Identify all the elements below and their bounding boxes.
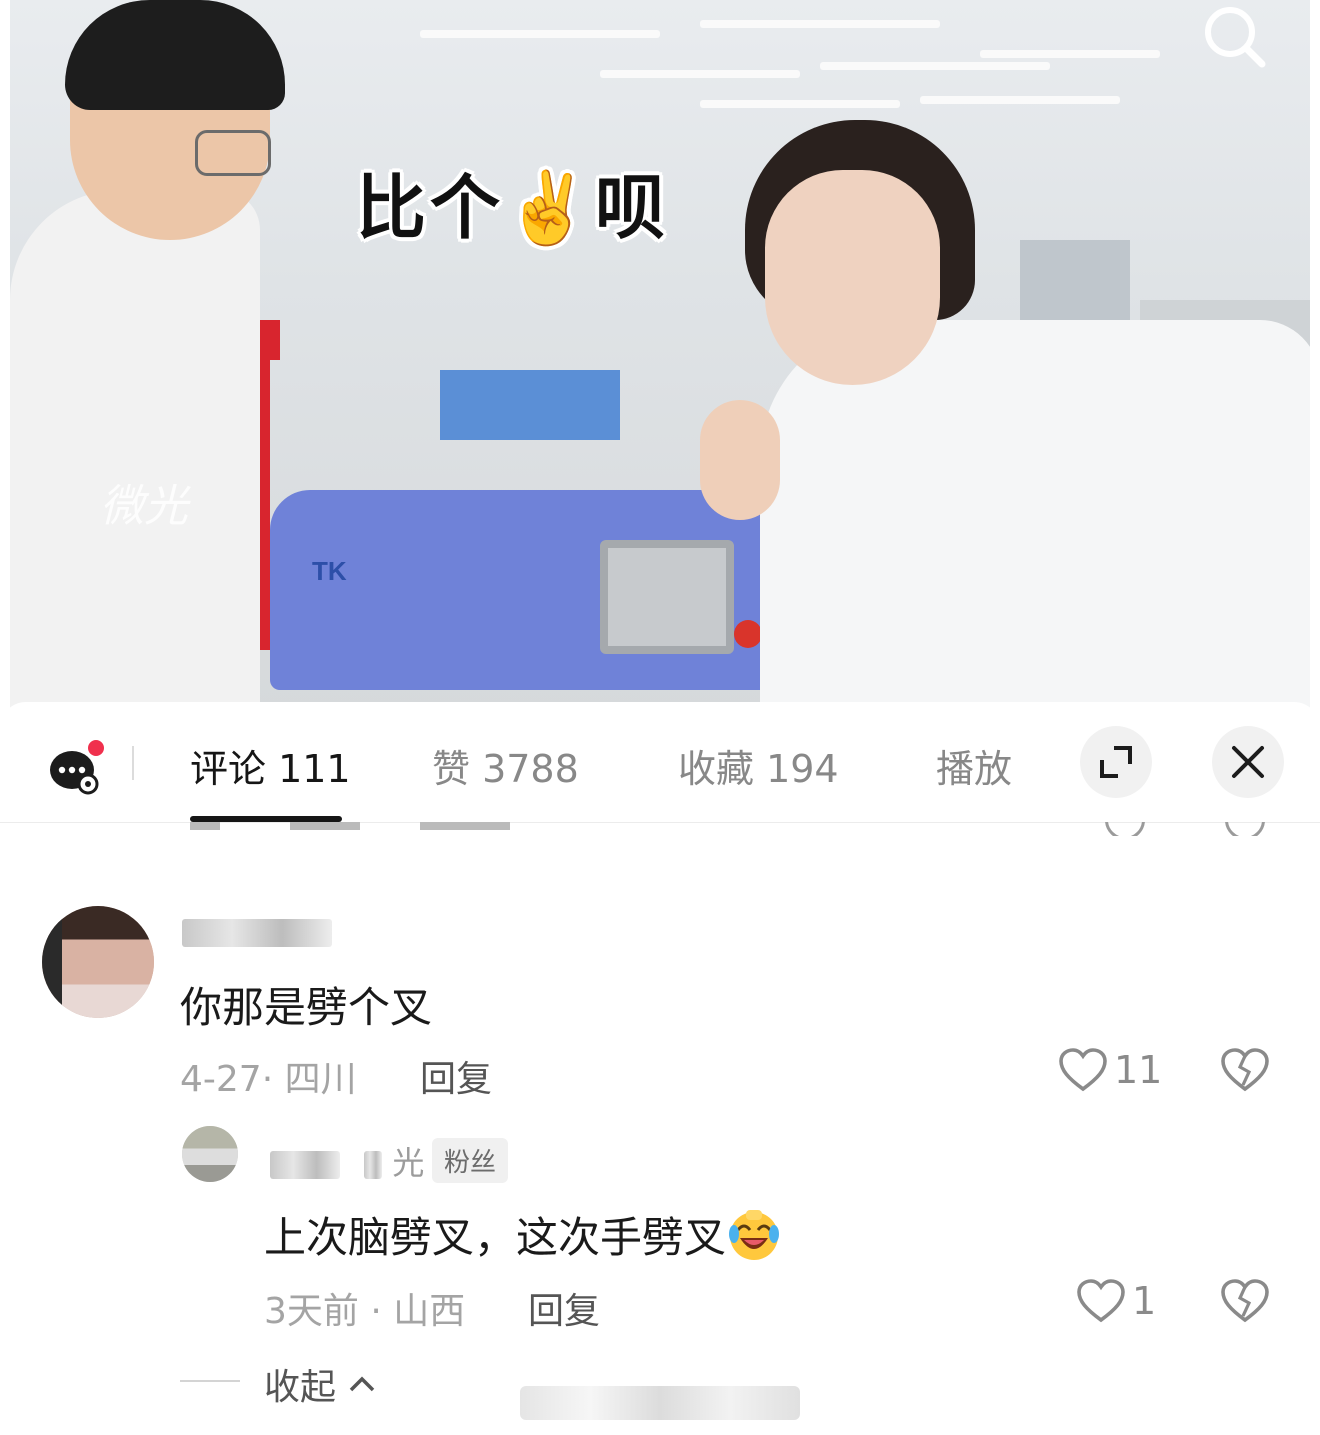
reply-button[interactable]: 回复 — [420, 1050, 492, 1102]
ceiling-light — [980, 50, 1160, 58]
broken-heart-icon — [1221, 1279, 1269, 1323]
comment-username[interactable] — [182, 912, 332, 950]
machine-button — [734, 620, 762, 648]
like-button[interactable]: 11 — [1058, 1045, 1162, 1095]
home-indicator — [520, 1386, 800, 1420]
reply-text: 上次脑劈叉，这次手劈叉 — [264, 1204, 782, 1265]
close-icon — [1232, 746, 1264, 778]
dislike-button[interactable] — [1220, 1047, 1270, 1097]
previous-dislike-icon — [1225, 822, 1265, 836]
machine-screen — [600, 540, 734, 654]
close-button[interactable] — [1212, 726, 1284, 798]
reply-text-content: 上次脑劈叉，这次手劈叉 — [264, 1213, 727, 1262]
chat-bubble-icon — [50, 740, 104, 795]
reply-meta: 3天前 · 山西 — [264, 1291, 466, 1332]
ceiling-light — [420, 30, 660, 38]
person-right-head — [765, 170, 940, 385]
reply-reply-button[interactable]: 回复 — [528, 1282, 600, 1334]
collapse-label: 收起 — [264, 1367, 337, 1408]
ceiling-light — [920, 96, 1120, 104]
reply-avatar[interactable] — [182, 1126, 238, 1182]
comment-sheet: 评论 111 赞 3788 收藏 194 播放 你那是劈个叉 4-27· 四川 … — [0, 702, 1320, 1435]
chevron-up-icon — [350, 1376, 375, 1392]
tab-divider — [132, 746, 134, 780]
machine-logo: TK — [312, 556, 347, 586]
fan-badge: 粉丝 — [432, 1138, 509, 1183]
avatar[interactable] — [42, 906, 154, 1018]
expand-icon — [1100, 746, 1132, 778]
tab-plays[interactable]: 播放 — [936, 738, 1012, 793]
frame-border — [1310, 0, 1320, 712]
heart-icon — [1059, 1048, 1107, 1092]
watermark: 微光 — [100, 481, 188, 532]
video-player[interactable]: TK 比个✌️呗 微光 — [0, 0, 1320, 712]
hand — [700, 400, 780, 520]
broken-heart-icon — [1221, 1048, 1269, 1092]
reply-like-button[interactable]: 1 — [1076, 1276, 1156, 1326]
laughing-emoji-icon — [729, 1210, 780, 1260]
expand-button[interactable] — [1080, 726, 1152, 798]
previous-comment-meta — [190, 822, 510, 836]
ceiling-light — [700, 100, 900, 108]
glasses — [195, 130, 271, 176]
reply-username[interactable]: 光 — [270, 1138, 424, 1184]
blue-panel — [440, 370, 620, 440]
collapse-replies-button[interactable]: 收起 — [264, 1358, 377, 1410]
video-caption: 比个✌️呗 — [356, 167, 670, 249]
tab-favorites[interactable]: 收藏 194 — [678, 738, 839, 793]
ceiling-light — [820, 62, 1050, 70]
reply-like-count: 1 — [1132, 1279, 1157, 1323]
tab-likes[interactable]: 赞 3788 — [432, 738, 579, 793]
frame-border — [0, 0, 10, 712]
tabs-bar: 评论 111 赞 3788 收藏 194 播放 — [0, 702, 1320, 823]
ceiling-light — [700, 20, 940, 28]
tab-comments[interactable]: 评论 111 — [190, 738, 351, 793]
collapse-divider — [180, 1380, 240, 1382]
search-icon — [1205, 7, 1266, 68]
person-left-hair — [65, 0, 285, 110]
heart-icon — [1077, 1279, 1125, 1323]
ceiling-light — [600, 70, 800, 78]
like-count: 11 — [1114, 1048, 1163, 1092]
reply-dislike-button[interactable] — [1220, 1278, 1270, 1328]
search-button[interactable] — [1198, 0, 1270, 72]
reply-username-visible: 光 — [392, 1144, 425, 1182]
comment-text: 你那是劈个叉 — [180, 983, 433, 1032]
chat-button[interactable] — [48, 740, 104, 796]
person-left — [10, 190, 260, 712]
comment-meta: 4-27· 四川 — [180, 1059, 357, 1100]
previous-like-icon — [1105, 822, 1145, 836]
